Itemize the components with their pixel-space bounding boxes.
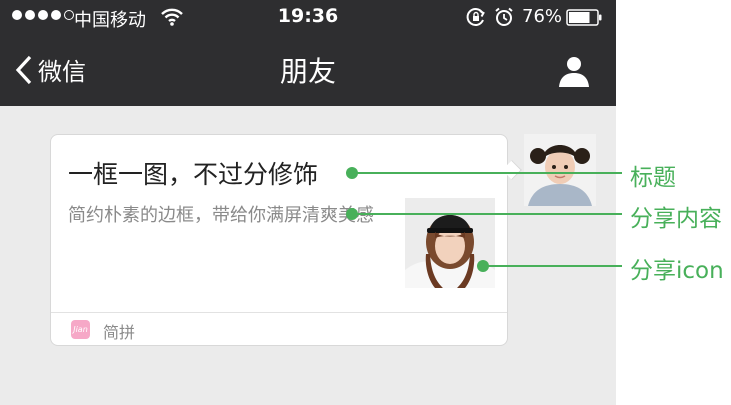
- annotation-line-content: [352, 213, 622, 215]
- battery-percentage: 76%: [522, 6, 563, 27]
- annotation-dot-icon: [477, 260, 489, 272]
- annotation-label-title: 标题: [630, 165, 676, 191]
- annotation-line-icon: [483, 265, 622, 267]
- annotation-label-icon: 分享icon: [630, 258, 724, 284]
- card-footer: Jian 简拼: [51, 312, 507, 347]
- annotation-label-content: 分享内容: [630, 206, 722, 232]
- shared-link-card[interactable]: 一框一图，不过分修饰 简约朴素的边框，带给你满屏清爽美感 Jian 简拼: [50, 134, 522, 347]
- card-title: 一框一图，不过分修饰: [68, 160, 319, 189]
- battery-icon: [566, 9, 602, 26]
- annotation-line-title: [352, 172, 622, 174]
- card-description: 简约朴素的边框，带给你满屏清爽美感: [68, 205, 374, 226]
- alarm-icon: [495, 7, 513, 26]
- rotation-lock-icon: [466, 8, 485, 26]
- phone-screen: 中国移动 19:36 76% 微信 朋友 一框一图，不过分修饰 简约朴素的边框，…: [0, 0, 616, 405]
- sender-avatar[interactable]: [524, 134, 596, 206]
- app-name: 简拼: [103, 323, 136, 342]
- app-logo-icon: Jian: [71, 320, 90, 339]
- annotation-dot-content: [346, 208, 358, 220]
- bubble-tail: [502, 160, 522, 180]
- annotation-dot-title: [346, 167, 358, 179]
- status-bar: 中国移动 19:36 76%: [0, 0, 616, 34]
- page-title: 朋友: [279, 55, 336, 88]
- share-thumbnail-image: [405, 198, 495, 288]
- person-icon[interactable]: [557, 54, 591, 88]
- navigation-bar: 微信 朋友: [0, 34, 616, 106]
